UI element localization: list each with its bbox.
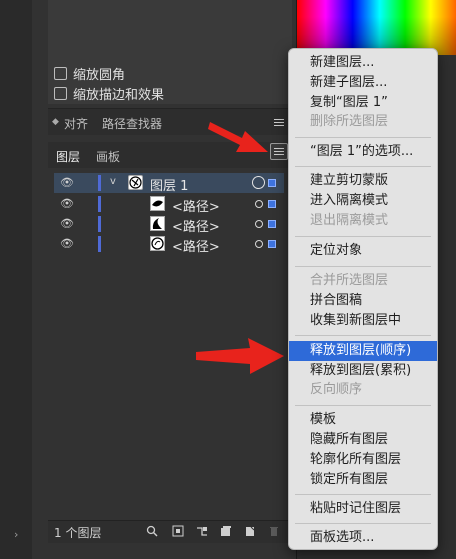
menu-release-to-layers-build[interactable]: 释放到图层(累积) [289,361,437,381]
menu-release-to-layers-sequence[interactable]: 释放到图层(顺序) [289,341,437,361]
path-name[interactable]: <路径> [172,216,220,235]
scale-strokes-option[interactable]: 缩放描边和效果 [54,84,165,103]
thumbnail-art-icon [129,176,142,189]
trash-icon[interactable] [268,525,280,537]
new-sublayer-icon[interactable] [220,525,232,537]
layers-panel-footer: 1 个图层 [48,520,292,543]
checkbox[interactable] [54,66,67,80]
menu-exit-isolation-mode: 退出隔离模式 [310,213,389,228]
menu-separator [295,137,431,138]
menu-delete-selected-layers: 删除所选图层 [310,114,389,129]
menu-separator [295,523,431,524]
layers-panel-menu-button[interactable] [270,143,288,160]
chevron-down-icon[interactable]: v [110,176,116,187]
path-name[interactable]: <路径> [172,196,220,215]
path-thumbnail [150,196,165,211]
visibility-eye-icon[interactable]: 👁 [60,177,74,189]
clipping-mask-icon[interactable] [196,525,208,537]
layer-color-bar [98,236,101,252]
layer-color-bar [98,175,101,191]
menu-paste-remembers-layers[interactable]: 粘贴时记住图层 [289,499,437,519]
selection-indicator[interactable] [268,220,276,228]
layer-thumbnail [128,175,143,190]
layer-count: 1 个图层 [54,526,102,540]
crescent-shape-icon [152,218,162,229]
red-arrow-icon [196,338,284,374]
align-panel-menu-icon[interactable] [272,117,286,129]
layer-color-bar [98,216,101,232]
layer-row-main[interactable]: 👁 v 图层 1 [54,173,284,194]
menu-reverse-order: 反向顺序 [310,382,363,397]
selection-indicator[interactable] [268,240,276,248]
menu-locate-object[interactable]: 定位对象 [289,241,437,261]
expand-arrow-icon[interactable]: › [14,524,28,546]
target-icon[interactable] [255,240,263,248]
export-icon[interactable] [172,525,184,537]
menu-separator [295,494,431,495]
tab-layers[interactable]: 图层 [56,148,80,165]
menu-panel-options[interactable]: 面板选项... [289,528,437,548]
menu-enter-isolation-mode[interactable]: 进入隔离模式 [289,191,437,211]
menu-new-sublayer[interactable]: 新建子图层... [289,73,437,93]
tab-pathfinder[interactable]: 路径查找器 [102,115,162,132]
leaf-shape-icon [152,200,163,207]
menu-flatten-artwork[interactable]: 拼合图稿 [289,291,437,311]
collapse-icon[interactable]: ◆ [52,117,59,127]
target-icon[interactable] [255,220,263,228]
target-icon[interactable] [252,176,265,189]
tab-align[interactable]: 对齐 [64,115,88,132]
red-arrow-icon [208,122,268,152]
menu-separator [295,335,431,336]
layer-row-path[interactable]: 👁 <路径> [54,234,284,255]
menu-separator [295,236,431,237]
circle-shape-icon [151,237,164,250]
selection-indicator[interactable] [268,179,276,187]
menu-layer-options[interactable]: “图层 1”的选项... [289,142,437,162]
layer-row-path[interactable]: 👁 <路径> [54,214,284,235]
menu-lock-all-layers[interactable]: 锁定所有图层 [289,470,437,490]
scale-corners-option[interactable]: 缩放圆角 [54,64,126,83]
new-layer-icon[interactable] [244,525,256,537]
menu-template[interactable]: 模板 [289,410,437,430]
target-icon[interactable] [255,200,263,208]
layer-row-path[interactable]: 👁 <路径> [54,194,284,215]
menu-outline-all-layers[interactable]: 轮廓化所有图层 [289,450,437,470]
path-thumbnail [150,216,165,231]
menu-make-clipping-mask[interactable]: 建立剪切蒙版 [289,171,437,191]
menu-collect-in-new-layer[interactable]: 收集到新图层中 [289,311,437,331]
menu-merge-selected: 合并所选图层 [310,273,389,288]
visibility-eye-icon[interactable]: 👁 [60,238,74,250]
selection-indicator[interactable] [268,200,276,208]
menu-new-layer[interactable]: 新建图层... [289,53,437,73]
layers-context-menu: 新建图层... 新建子图层... 复制“图层 1” 删除所选图层 “图层 1”的… [288,48,438,550]
menu-separator [295,266,431,267]
layer-color-bar [98,196,101,212]
tab-artboards[interactable]: 画板 [96,148,120,165]
menu-separator [295,166,431,167]
search-icon[interactable] [146,525,158,537]
hamburger-icon [272,145,286,157]
layer-name[interactable]: 图层 1 [150,175,188,194]
visibility-eye-icon[interactable]: 👁 [60,198,74,210]
menu-hide-all-layers[interactable]: 隐藏所有图层 [289,430,437,450]
menu-separator [295,405,431,406]
path-name[interactable]: <路径> [172,236,220,255]
path-thumbnail [150,236,165,251]
visibility-eye-icon[interactable]: 👁 [60,218,74,230]
checkbox[interactable] [54,86,67,100]
left-sidebar-strip [0,0,33,559]
color-spectrum[interactable] [297,0,456,55]
menu-duplicate-layer[interactable]: 复制“图层 1” [289,93,437,113]
scale-strokes-label: 缩放描边和效果 [73,87,165,103]
scale-corners-label: 缩放圆角 [73,67,126,83]
